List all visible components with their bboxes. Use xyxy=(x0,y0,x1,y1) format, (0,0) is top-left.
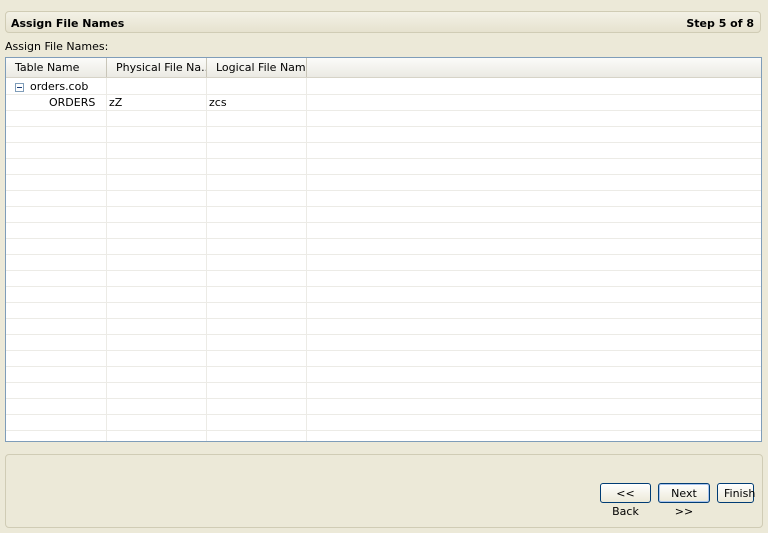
row-grid-line xyxy=(6,430,761,431)
table-cell-logical-file-name[interactable]: zcs xyxy=(209,95,227,111)
row-grid-line xyxy=(6,318,761,319)
row-grid-line xyxy=(6,94,761,95)
page-title: Assign File Names xyxy=(11,17,125,30)
column-header-physical-file-name[interactable]: Physical File Na... xyxy=(107,58,207,77)
section-label: Assign File Names: xyxy=(5,40,109,53)
column-divider xyxy=(206,78,207,441)
row-grid-line xyxy=(6,190,761,191)
file-names-table[interactable]: Table Name Physical File Na... Logical F… xyxy=(5,57,762,442)
tree-node-orders-cob[interactable]: orders.cob xyxy=(30,79,88,95)
table-cell-table-name[interactable]: ORDERS xyxy=(49,95,95,111)
row-grid-line xyxy=(6,206,761,207)
row-grid-line xyxy=(6,350,761,351)
table-cell-physical-file-name[interactable]: zZ xyxy=(109,95,122,111)
back-button[interactable]: << Back xyxy=(600,483,651,518)
finish-button[interactable]: Finish xyxy=(717,483,755,503)
wizard-header: Assign File Names Step 5 of 8 xyxy=(5,11,761,33)
row-grid-line xyxy=(6,222,761,223)
table-header: Table Name Physical File Na... Logical F… xyxy=(6,58,761,78)
row-grid-line xyxy=(6,270,761,271)
row-grid-line xyxy=(6,174,761,175)
column-header-table-name[interactable]: Table Name xyxy=(6,58,107,77)
row-grid-line xyxy=(6,142,761,143)
row-grid-line xyxy=(6,110,761,111)
row-grid-line xyxy=(6,382,761,383)
next-button[interactable]: Next >> xyxy=(658,483,710,518)
wizard-page: Assign File Names Step 5 of 8 Assign Fil… xyxy=(0,0,768,533)
row-grid-line xyxy=(6,302,761,303)
tree-collapse-icon[interactable] xyxy=(15,83,24,92)
column-divider xyxy=(106,78,107,441)
row-grid-line xyxy=(6,158,761,159)
row-grid-line xyxy=(6,398,761,399)
row-grid-line xyxy=(6,126,761,127)
row-grid-line xyxy=(6,238,761,239)
step-indicator: Step 5 of 8 xyxy=(686,17,754,30)
row-grid-line xyxy=(6,366,761,367)
column-header-logical-file-name[interactable]: Logical File Name xyxy=(207,58,307,77)
column-divider xyxy=(306,78,307,441)
row-grid-line xyxy=(6,334,761,335)
row-grid-line xyxy=(6,414,761,415)
row-grid-line xyxy=(6,254,761,255)
row-grid-line xyxy=(6,286,761,287)
